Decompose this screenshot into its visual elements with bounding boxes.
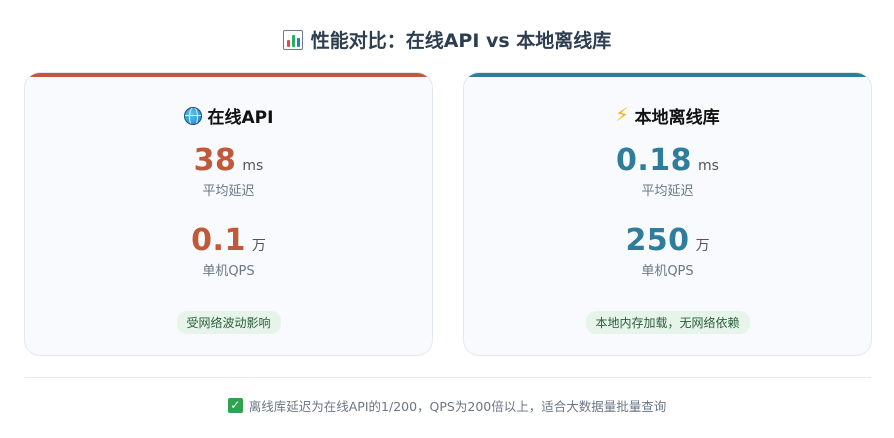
qps-label: 单机QPS bbox=[202, 264, 255, 279]
qps-metric: 0.1 万 单机QPS bbox=[25, 223, 432, 279]
latency-label: 平均延迟 bbox=[641, 184, 694, 199]
qps-unit: 万 bbox=[695, 238, 710, 254]
latency-unit: ms bbox=[698, 158, 719, 174]
latency-value: 0.18 bbox=[616, 143, 693, 178]
card-accent-bar bbox=[464, 73, 871, 77]
lightning-icon: ⚡ bbox=[615, 104, 629, 126]
latency-unit: ms bbox=[242, 158, 264, 174]
latency-metric: 38 ms 平均延迟 bbox=[25, 143, 432, 199]
latency-metric: 0.18 ms 平均延迟 bbox=[464, 143, 871, 199]
note-badge: 本地内存加载，无网络依赖 bbox=[585, 311, 750, 334]
qps-value: 250 bbox=[625, 223, 690, 258]
note-badge: 受网络波动影响 bbox=[176, 311, 281, 334]
card-title-text: 在线API bbox=[207, 108, 274, 128]
qps-metric: 250 万 单机QPS bbox=[464, 223, 871, 279]
offline-library-card: ⚡ 本地离线库 0.18 ms 平均延迟 250 万 单机QPS 本地内存加载，无网… bbox=[463, 72, 872, 356]
online-api-card: 在线API 38 ms 平均延迟 0.1 万 单机QPS 受网络波动影响 bbox=[24, 72, 433, 356]
qps-value: 0.1 bbox=[191, 223, 246, 258]
page-title-text: 性能对比：在线API vs 本地离线库 bbox=[310, 30, 612, 52]
summary-footer: ✓ 离线库延迟为在线API的1/200，QPS为200倍以上，适合大数据量批量查… bbox=[0, 396, 894, 415]
summary-text: 离线库延迟为在线API的1/200，QPS为200倍以上，适合大数据量批量查询 bbox=[248, 399, 667, 414]
divider bbox=[24, 377, 871, 378]
card-title: 在线API bbox=[25, 103, 432, 128]
card-title-text: 本地离线库 bbox=[634, 108, 720, 128]
globe-icon bbox=[183, 106, 202, 125]
check-icon: ✓ bbox=[227, 398, 243, 413]
qps-unit: 万 bbox=[251, 238, 266, 254]
qps-label: 单机QPS bbox=[641, 264, 694, 279]
card-title: ⚡ 本地离线库 bbox=[464, 103, 871, 129]
latency-label: 平均延迟 bbox=[202, 184, 255, 199]
page-title: 性能对比：在线API vs 本地离线库 bbox=[0, 26, 894, 53]
card-accent-bar bbox=[25, 73, 432, 77]
bar-chart-icon bbox=[282, 29, 303, 50]
latency-value: 38 bbox=[193, 143, 237, 178]
